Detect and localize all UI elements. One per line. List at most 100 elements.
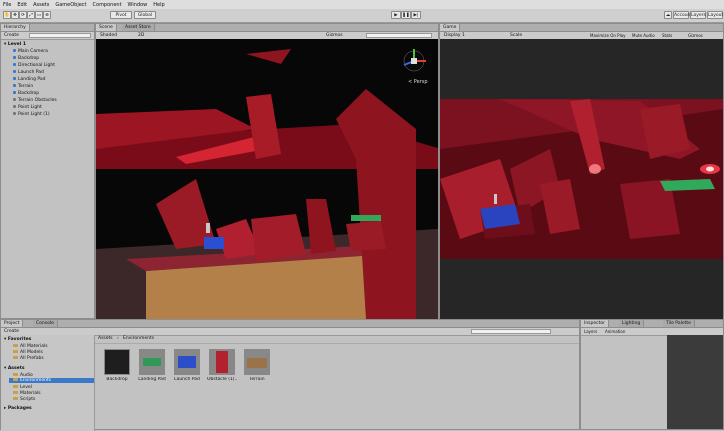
tab-asset-store[interactable]: Asset Store	[122, 24, 155, 31]
layers-sub-tab[interactable]: Layers	[584, 329, 597, 334]
display-dropdown[interactable]: Display 1	[444, 33, 465, 38]
gameobject-icon	[13, 84, 16, 87]
project-search-input[interactable]	[471, 329, 551, 334]
menu-assets[interactable]: Assets	[33, 2, 49, 8]
account-dropdown[interactable]: Account	[673, 11, 692, 19]
hier-item-main-camera[interactable]: Main Camera	[13, 49, 48, 54]
hand-tool-icon[interactable]: ✋	[3, 11, 11, 19]
tree-all-materials[interactable]: All Materials	[13, 344, 48, 349]
search-folder-icon	[13, 344, 18, 347]
preview-area	[667, 335, 723, 429]
hier-item-point-light[interactable]: Point Light	[13, 105, 42, 110]
transform-tool-icon[interactable]: ⊕	[43, 11, 51, 19]
tree-materials[interactable]: Materials	[13, 391, 41, 396]
tree-environments[interactable]: Environments	[9, 378, 94, 383]
tab-tile-palette[interactable]: Tile Palette	[663, 320, 695, 327]
landing-pad-mesh	[351, 215, 381, 221]
tree-assets[interactable]: ▾ Assets	[4, 366, 25, 371]
step-icon[interactable]: ▶|	[411, 11, 421, 19]
hier-item-launch-pad[interactable]: Launch Pad	[13, 70, 44, 75]
scene-viewport[interactable]: < Persp	[96, 39, 438, 319]
asset-landing-pad[interactable]: Landing Pad	[137, 349, 167, 382]
folder-icon	[13, 373, 18, 376]
layout-dropdown[interactable]: Layout	[707, 11, 723, 19]
menu-gameobject[interactable]: GameObject	[55, 2, 86, 8]
landing-pad-thumbnail	[139, 349, 165, 375]
gameobject-icon	[13, 77, 16, 80]
project-create-button[interactable]: Create	[4, 329, 19, 334]
asset-launch-pad[interactable]: Launch Pad	[172, 349, 202, 382]
tab-project[interactable]: Project	[1, 320, 24, 327]
gameobject-icon	[13, 105, 16, 108]
terrain-thumbnail	[244, 349, 270, 375]
gameobject-icon	[13, 91, 16, 94]
pivot-toggle[interactable]: Pivot	[110, 11, 132, 19]
tree-level[interactable]: Level	[13, 385, 32, 390]
menu-help[interactable]: Help	[153, 2, 164, 8]
asset-obstacle[interactable]: Obstacle (1)...	[207, 349, 237, 382]
collab-icon[interactable]: ☁	[664, 11, 672, 19]
hier-item-backdrop[interactable]: Backdrop	[13, 56, 39, 61]
breadcrumb-separator: ›	[117, 336, 119, 341]
search-folder-icon	[13, 350, 18, 353]
tab-game[interactable]: Game	[440, 24, 461, 31]
tree-favorites[interactable]: ▾ Favorites	[4, 337, 31, 342]
mute-audio-toggle[interactable]: Mute Audio	[632, 33, 655, 38]
tree-packages[interactable]: ▸ Packages	[4, 406, 32, 411]
scene-root[interactable]: ▾ Level 1	[4, 42, 26, 47]
hier-item-backdrop-2[interactable]: Backdrop	[13, 91, 39, 96]
folder-icon	[13, 397, 18, 400]
asset-terrain[interactable]: Terrain	[242, 349, 272, 382]
tab-lighting[interactable]: Lighting	[619, 320, 645, 327]
rotate-tool-icon[interactable]: ⟳	[19, 11, 27, 19]
asset-backdrop[interactable]: Backdrop	[102, 349, 132, 382]
launch-pad-mesh	[204, 237, 224, 249]
tab-hierarchy[interactable]: Hierarchy	[1, 24, 30, 31]
stats-toggle[interactable]: Stats	[662, 33, 672, 38]
tree-all-prefabs[interactable]: All Prefabs	[13, 356, 44, 361]
asset-label: Backdrop	[106, 377, 128, 382]
2d-toggle[interactable]: 2D	[138, 33, 144, 38]
menu-window[interactable]: Window	[128, 2, 148, 8]
breadcrumb-assets[interactable]: Assets	[98, 336, 113, 341]
folder-icon	[13, 385, 18, 388]
game-viewport[interactable]	[440, 39, 723, 319]
project-tree: ▾ Favorites All Materials All Models All…	[1, 335, 95, 431]
gizmos-dropdown[interactable]: Gizmos	[326, 33, 343, 38]
tab-inspector[interactable]: Inspector	[581, 320, 609, 327]
rect-tool-icon[interactable]: ▭	[35, 11, 43, 19]
backdrop-thumbnail	[104, 349, 130, 375]
hier-item-terrain-obstacles[interactable]: Terrain Obstacles	[13, 98, 57, 103]
game-gizmos-dropdown[interactable]: Gizmos	[688, 33, 703, 38]
hier-item-directional-light[interactable]: Directional Light	[13, 63, 55, 68]
maximize-on-play-toggle[interactable]: Maximize On Play	[590, 33, 626, 38]
animation-sub-tab[interactable]: Animation	[605, 329, 625, 334]
pause-icon[interactable]: ❚❚	[401, 11, 411, 19]
layers-dropdown[interactable]: Layers	[690, 11, 706, 19]
menu-edit[interactable]: Edit	[17, 2, 27, 8]
launch-pad-thumbnail	[174, 349, 200, 375]
hier-item-point-light-1[interactable]: Point Light (1)	[13, 112, 50, 117]
menu-file[interactable]: File	[3, 2, 11, 8]
tab-console[interactable]: Console	[33, 320, 58, 327]
global-toggle[interactable]: Global	[134, 11, 156, 19]
hierarchy-search-input[interactable]	[29, 33, 91, 38]
play-icon[interactable]: ▶	[391, 11, 401, 19]
tree-scripts[interactable]: Scripts	[13, 397, 35, 402]
hier-item-terrain[interactable]: Terrain	[13, 84, 33, 89]
scale-tool-icon[interactable]: ⤢	[27, 11, 35, 19]
hier-item-landing-pad[interactable]: Landing Pad	[13, 77, 46, 82]
tab-scene[interactable]: Scene	[96, 24, 117, 31]
persp-label[interactable]: < Persp	[408, 79, 428, 85]
shading-mode-dropdown[interactable]: Shaded	[100, 33, 117, 38]
menu-component[interactable]: Component	[93, 2, 122, 8]
hierarchy-create-button[interactable]: Create	[4, 33, 19, 38]
asset-label: Obstacle (1)...	[207, 377, 237, 382]
tree-all-models[interactable]: All Models	[13, 350, 43, 355]
folder-icon	[13, 378, 18, 381]
scene-search-input[interactable]	[366, 33, 432, 38]
hierarchy-panel: Hierarchy Create ▾ Level 1 Main Camera B…	[0, 23, 95, 319]
breadcrumb-environments[interactable]: Environments	[123, 336, 154, 341]
move-tool-icon[interactable]: ✥	[11, 11, 19, 19]
search-folder-icon	[13, 356, 18, 359]
